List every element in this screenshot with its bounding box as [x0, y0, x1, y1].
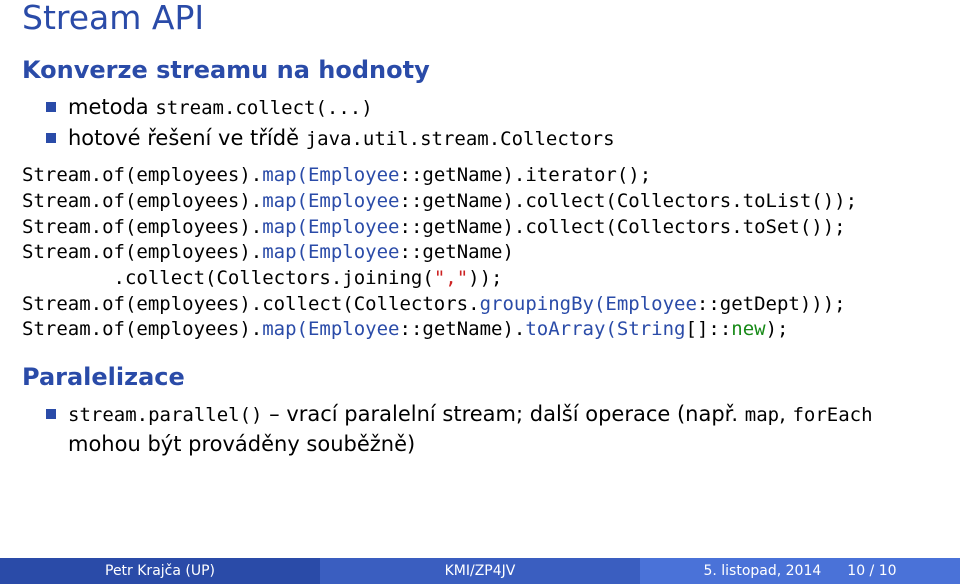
- bullet-code: stream.parallel(): [68, 404, 262, 426]
- bullet-text: mohou být prováděny souběžně): [68, 432, 415, 456]
- conversion-bullets: metoda stream.collect(...) hotové řešení…: [22, 92, 938, 153]
- footer-course: KMI/ZP4JV: [320, 558, 640, 584]
- footer-author: Petr Krajča (UP): [0, 558, 320, 584]
- bullet-code: java.util.stream.Collectors: [306, 128, 615, 150]
- footer-date: 5. listopad, 2014: [703, 563, 821, 579]
- footer-page: 10 / 10: [847, 563, 896, 579]
- list-item: hotové řešení ve třídě java.util.stream.…: [46, 123, 938, 154]
- bullet-code: forEach: [792, 404, 872, 426]
- bullet-code: stream.collect(...): [155, 97, 372, 119]
- page-title: Stream API: [22, 0, 938, 36]
- bullet-icon: [46, 133, 56, 143]
- footer-right: 5. listopad, 2014 10 / 10: [640, 558, 960, 584]
- parallel-bullets: stream.parallel() – vrací paralelní stre…: [22, 399, 938, 460]
- list-item: metoda stream.collect(...): [46, 92, 938, 123]
- bullet-text: hotové řešení ve třídě: [68, 126, 306, 150]
- bullet-code: map: [745, 404, 779, 426]
- bullet-icon: [46, 102, 56, 112]
- slide: Stream API Konverze streamu na hodnoty m…: [0, 0, 960, 584]
- conversion-heading: Konverze streamu na hodnoty: [22, 56, 938, 84]
- list-item: stream.parallel() – vrací paralelní stre…: [46, 399, 938, 460]
- bullet-text: metoda: [68, 95, 155, 119]
- bullet-icon: [46, 409, 56, 419]
- bullet-text: – vrací paralelní stream; další operace …: [262, 402, 744, 426]
- parallel-heading: Paralelizace: [22, 363, 938, 391]
- code-example: Stream.of(employees).map(Employee::getNa…: [22, 163, 938, 342]
- footer-bar: Petr Krajča (UP) KMI/ZP4JV 5. listopad, …: [0, 558, 960, 584]
- bullet-text: ,: [779, 402, 792, 426]
